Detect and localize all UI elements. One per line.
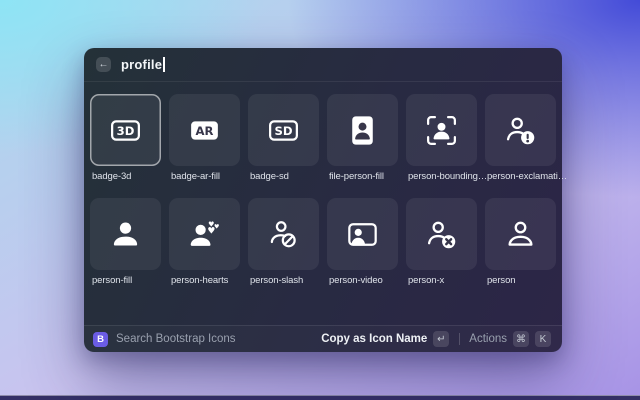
bootstrap-logo-icon: B: [93, 332, 108, 347]
svg-text:SD: SD: [275, 124, 293, 138]
footer-bar: B Search Bootstrap Icons Copy as Icon Na…: [84, 325, 562, 352]
icon-label: person-exclamati…: [487, 171, 555, 182]
icon-label: person-video: [329, 275, 397, 286]
svg-text:♥: ♥: [214, 223, 219, 230]
icon-label: badge-ar-fill: [171, 171, 239, 182]
arrow-left-icon: ←: [99, 57, 109, 72]
icon-result-badge-sd: SD badge-sd: [248, 94, 319, 194]
svg-text:3D: 3D: [117, 124, 135, 138]
person-hearts-icon[interactable]: ♥♥♥: [169, 198, 240, 270]
person-slash-icon[interactable]: [248, 198, 319, 270]
icon-label: person-hearts: [171, 275, 239, 286]
desktop-bottom-edge: [0, 395, 640, 400]
icon-label: person-slash: [250, 275, 318, 286]
icon-label: person-x: [408, 275, 476, 286]
icon-result-person-hearts: ♥♥♥ person-hearts: [169, 198, 240, 298]
icon-label: person-bounding…: [408, 171, 476, 182]
icon-label: badge-sd: [250, 171, 318, 182]
person-fill-icon[interactable]: [90, 198, 161, 270]
person-video-icon[interactable]: [327, 198, 398, 270]
person-bounding-box-icon[interactable]: [406, 94, 477, 166]
cmd-key-icon: ⌘: [516, 334, 526, 345]
text-caret: [163, 57, 165, 72]
icon-search-window: ← profile 3D badge-3d AR badge-ar-fill S…: [84, 48, 562, 352]
icon-label: file-person-fill: [329, 171, 397, 182]
copy-as-icon-name-action[interactable]: Copy as Icon Name: [321, 333, 427, 345]
icon-result-person: person: [485, 198, 556, 298]
back-button[interactable]: ←: [96, 57, 111, 72]
k-key[interactable]: K: [535, 331, 551, 347]
bootstrap-logo-letter: B: [97, 334, 104, 345]
person-exclamation-icon[interactable]: [485, 94, 556, 166]
search-bar: ← profile: [84, 48, 562, 82]
search-input[interactable]: profile: [121, 57, 162, 72]
footer-divider: [459, 333, 460, 345]
badge-ar-fill-icon[interactable]: AR: [169, 94, 240, 166]
icon-result-person-x: person-x: [406, 198, 477, 298]
cmd-key[interactable]: ⌘: [513, 331, 529, 347]
icon-result-badge-ar-fill: AR badge-ar-fill: [169, 94, 240, 194]
k-key-label: K: [540, 334, 547, 345]
icon-result-person-video: person-video: [327, 198, 398, 298]
icon-result-person-slash: person-slash: [248, 198, 319, 298]
source-label: Search Bootstrap Icons: [116, 333, 236, 345]
enter-key-icon: ↵: [437, 334, 445, 345]
enter-key[interactable]: ↵: [433, 331, 449, 347]
icon-result-person-fill: person-fill: [90, 198, 161, 298]
icon-grid: 3D badge-3d AR badge-ar-fill SD badge-sd…: [90, 94, 556, 298]
icon-label: badge-3d: [92, 171, 160, 182]
icon-label: person: [487, 275, 555, 286]
badge-sd-icon[interactable]: SD: [248, 94, 319, 166]
actions-menu-button[interactable]: Actions: [469, 333, 507, 345]
person-icon[interactable]: [485, 198, 556, 270]
icon-result-badge-3d: 3D badge-3d: [90, 94, 161, 194]
icon-result-person-bounding-box: person-bounding…: [406, 94, 477, 194]
svg-text:AR: AR: [196, 124, 214, 138]
badge-3d-icon[interactable]: 3D: [90, 94, 161, 166]
icon-label: person-fill: [92, 275, 160, 286]
icon-result-person-exclamation: person-exclamati…: [485, 94, 556, 194]
person-x-icon[interactable]: [406, 198, 477, 270]
icon-result-file-person-fill: file-person-fill: [327, 94, 398, 194]
file-person-fill-icon[interactable]: [327, 94, 398, 166]
